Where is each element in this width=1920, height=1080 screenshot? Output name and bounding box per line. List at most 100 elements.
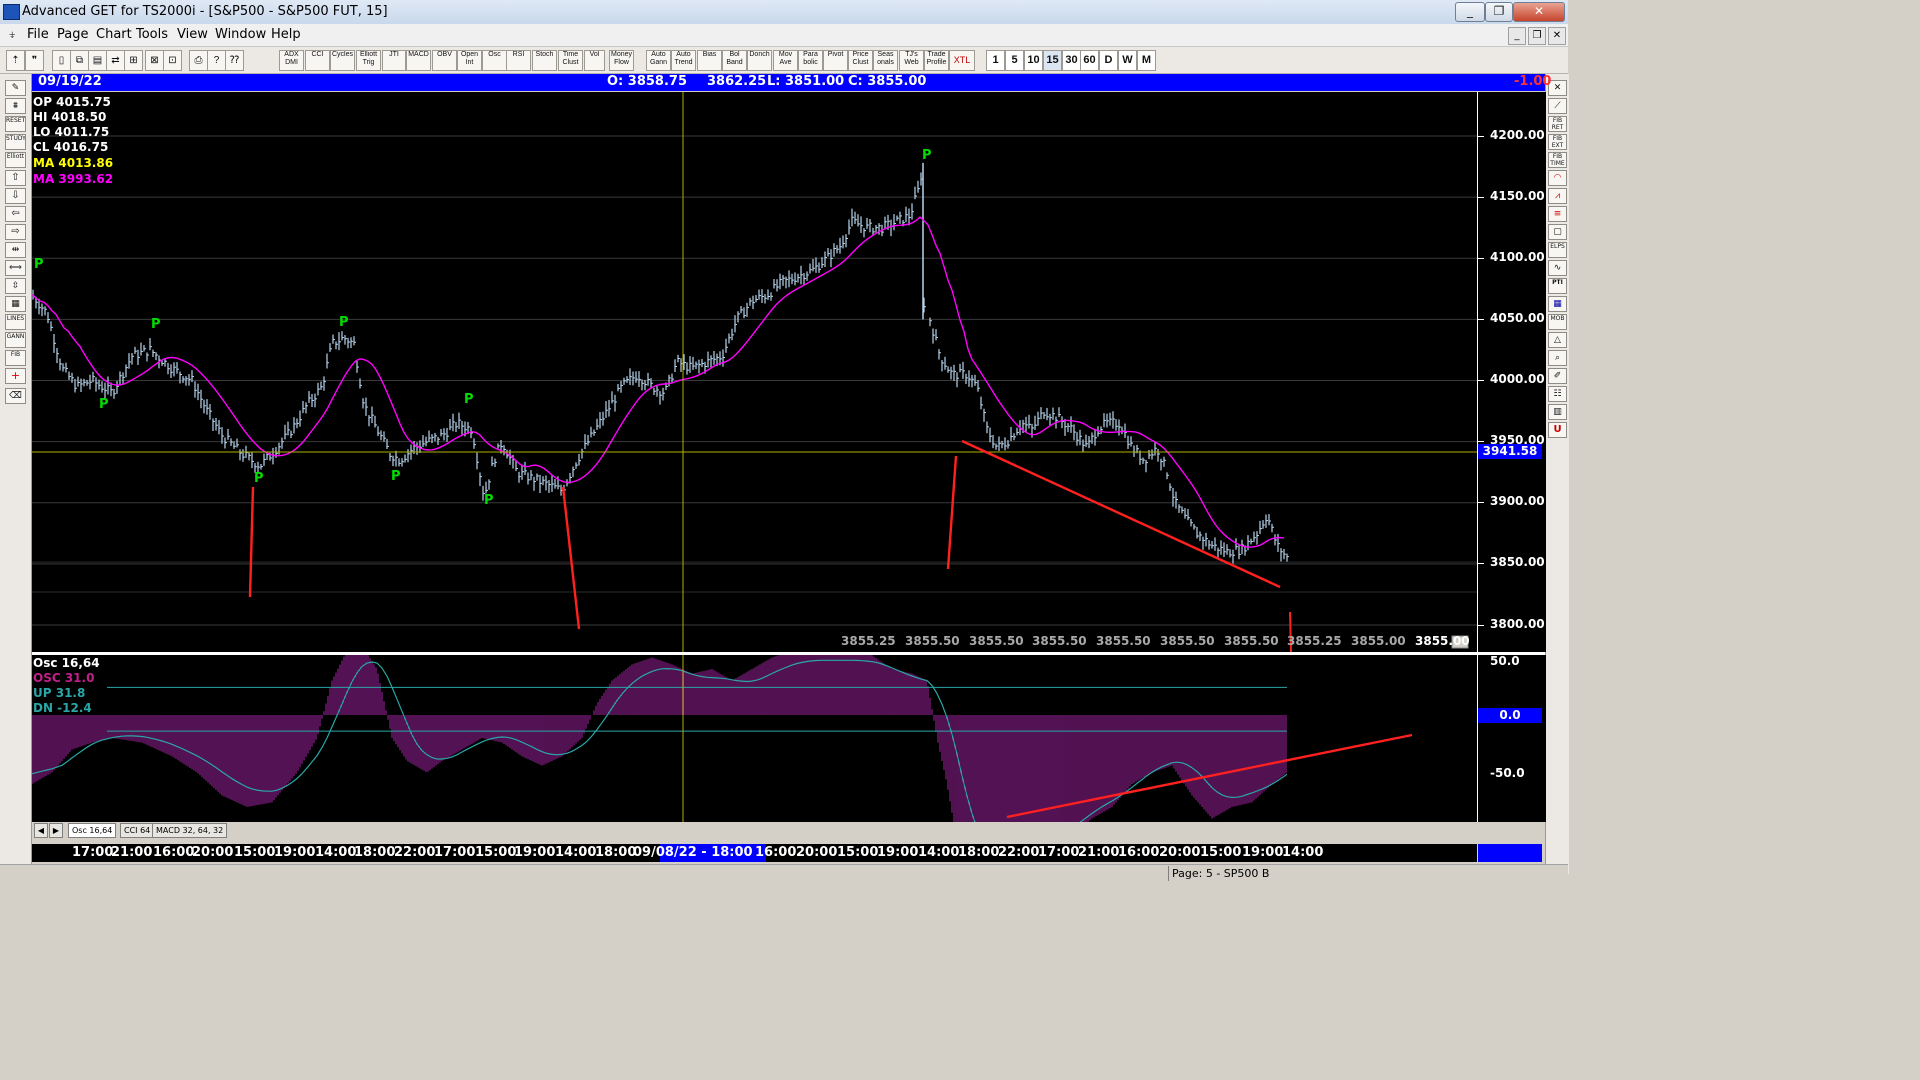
study-button[interactable]: Stoch bbox=[532, 50, 557, 71]
study-icon[interactable]: STUDY bbox=[5, 134, 26, 150]
chart-grid-icon[interactable]: ▥ bbox=[1548, 404, 1567, 420]
trend-button[interactable]: XTL bbox=[949, 50, 975, 71]
context-help-icon[interactable]: ⁇ bbox=[225, 50, 244, 71]
menu-view[interactable]: View bbox=[177, 27, 208, 42]
study-button[interactable]: MACD bbox=[406, 50, 431, 71]
edit-icon[interactable]: ✎ bbox=[5, 80, 26, 96]
timeframe-button[interactable]: 10 bbox=[1024, 50, 1043, 71]
tab-macd[interactable]: MACD 32, 64, 32 bbox=[152, 823, 228, 838]
down-arrow-icon[interactable]: ⇩ bbox=[5, 188, 26, 204]
study-button[interactable]: CCI bbox=[305, 50, 330, 71]
box-icon[interactable]: ▢ bbox=[1548, 224, 1567, 240]
trend-button[interactable]: Seas onals bbox=[873, 50, 898, 71]
mob-icon[interactable]: MOB bbox=[1548, 314, 1567, 330]
trendline-annotation[interactable] bbox=[946, 455, 958, 570]
pti-icon[interactable]: PTI bbox=[1548, 278, 1567, 294]
list-icon[interactable]: ☷ bbox=[1548, 386, 1567, 402]
new-page-icon[interactable]: ▯ bbox=[52, 50, 71, 71]
menu-help[interactable]: Help bbox=[271, 27, 301, 42]
study-button[interactable]: Elliott Trig bbox=[356, 50, 381, 71]
timeframe-button[interactable]: M bbox=[1137, 50, 1156, 71]
window-icon[interactable]: ⊞ bbox=[124, 50, 143, 71]
timeframe-button[interactable]: 1 bbox=[986, 50, 1005, 71]
fib-time-icon[interactable]: FIB TIME bbox=[1548, 152, 1567, 168]
elliott-icon[interactable]: Elliott bbox=[5, 152, 26, 168]
pen-icon[interactable]: ✐ bbox=[1548, 368, 1567, 384]
mdi-restore-button[interactable]: ❐ bbox=[1528, 27, 1546, 45]
price-chart[interactable]: P P P P P P P P P OP 4015.75 HI 4018.50 LO 4011.… bbox=[32, 92, 1477, 652]
oscillator-pane[interactable]: Osc 16,64 OSC 31.0 UP 31.8 DN -12.4 bbox=[32, 655, 1477, 822]
close-button[interactable]: ✕ bbox=[1513, 2, 1565, 22]
trend-button[interactable]: Para bolic bbox=[798, 50, 823, 71]
quote-icon[interactable]: ❞ bbox=[25, 50, 44, 71]
tab-next-icon[interactable]: ▶ bbox=[49, 823, 63, 838]
gann-icon[interactable]: GANN bbox=[5, 332, 26, 348]
lines-icon[interactable]: LINES bbox=[5, 314, 26, 330]
study-button[interactable]: JTI bbox=[382, 50, 406, 71]
mdi-close-button[interactable]: ✕ bbox=[1548, 27, 1566, 45]
trend-button[interactable]: Auto Gann bbox=[646, 50, 671, 71]
timeframe-button[interactable]: 60 bbox=[1080, 50, 1099, 71]
study-button[interactable]: Vol bbox=[584, 50, 605, 71]
cursor-icon[interactable]: ⇡ bbox=[6, 50, 25, 71]
study-button[interactable]: Open Int bbox=[457, 50, 482, 71]
chart-icon[interactable]: ▤ bbox=[88, 50, 107, 71]
trend-button[interactable]: TJ's Web bbox=[899, 50, 924, 71]
trend-button[interactable]: Bol Band bbox=[722, 50, 747, 71]
mdi-minimize-button[interactable]: _ bbox=[1508, 27, 1526, 45]
tab-osc[interactable]: Osc 16,64 bbox=[68, 823, 117, 838]
grid-icon[interactable]: ⊠ bbox=[145, 50, 164, 71]
study-button[interactable]: Osc bbox=[482, 50, 507, 71]
menu-app-icon[interactable]: ⍖ bbox=[8, 27, 16, 43]
study-button[interactable]: Cycles bbox=[330, 50, 355, 71]
arrows-icon[interactable]: ⇄ bbox=[106, 50, 125, 71]
eraser-icon[interactable]: ⌫ bbox=[5, 388, 26, 404]
table-icon[interactable]: ▦ bbox=[1548, 296, 1567, 312]
timeframe-button[interactable]: 15 bbox=[1043, 50, 1062, 71]
triangle-icon[interactable]: △ bbox=[1548, 332, 1567, 348]
fan-icon[interactable]: ⩘ bbox=[1548, 188, 1567, 204]
bars-icon[interactable]: ⩩ bbox=[5, 98, 26, 114]
fib-ext-icon[interactable]: FIB EXT bbox=[1548, 134, 1567, 150]
ellipse-icon[interactable]: ELPS bbox=[1548, 242, 1567, 258]
maximize-button[interactable]: ❐ bbox=[1485, 2, 1513, 22]
menu-file[interactable]: File bbox=[27, 27, 49, 42]
trendline-icon[interactable]: ⟋ bbox=[1548, 98, 1567, 114]
fib-ret-icon[interactable]: FIB RET bbox=[1548, 116, 1567, 132]
trend-button[interactable]: Donch bbox=[747, 50, 772, 71]
right-arrow-icon[interactable]: ⇨ bbox=[5, 224, 26, 240]
reset-icon[interactable]: RESET bbox=[5, 116, 26, 132]
menu-tools[interactable]: Tools bbox=[136, 27, 168, 42]
trend-button[interactable]: Mov Ave bbox=[773, 50, 798, 71]
zoom-icon[interactable]: ⊡ bbox=[163, 50, 182, 71]
trend-button[interactable]: Bias bbox=[697, 50, 722, 71]
copy-icon[interactable]: ⧉ bbox=[70, 50, 89, 71]
study-button[interactable]: OBV bbox=[432, 50, 457, 71]
menu-window[interactable]: Window bbox=[215, 27, 266, 42]
trend-button[interactable]: Price Clust bbox=[848, 50, 873, 71]
timeframe-button[interactable]: D bbox=[1099, 50, 1118, 71]
vertical-expand-icon[interactable]: ⇳ bbox=[5, 278, 26, 294]
trendline-annotation[interactable] bbox=[248, 486, 255, 598]
left-arrow-icon[interactable]: ⇦ bbox=[5, 206, 26, 222]
study-button[interactable]: Time Clust bbox=[558, 50, 583, 71]
timeframe-button[interactable]: 30 bbox=[1062, 50, 1081, 71]
u-icon[interactable]: U bbox=[1548, 422, 1567, 438]
help-icon[interactable]: ? bbox=[207, 50, 226, 71]
timeframe-button[interactable]: W bbox=[1118, 50, 1137, 71]
grid-table-icon[interactable]: ▦ bbox=[5, 296, 26, 312]
compress-icon[interactable]: ⇹ bbox=[5, 242, 26, 258]
fib-icon[interactable]: FIB bbox=[5, 350, 26, 366]
trend-button[interactable]: Trade Profile bbox=[924, 50, 949, 71]
trendline-annotation[interactable] bbox=[961, 439, 1281, 589]
expand-icon[interactable]: ⟺ bbox=[5, 260, 26, 276]
magnifier-icon[interactable]: ⌕ bbox=[1548, 350, 1567, 366]
wave-icon[interactable]: ∿ bbox=[1548, 260, 1567, 276]
trend-button[interactable]: Pivot bbox=[823, 50, 848, 71]
study-button[interactable]: RSI bbox=[506, 50, 531, 71]
tab-cci[interactable]: CCI 64 bbox=[120, 823, 155, 838]
crosshair-icon[interactable]: + bbox=[5, 368, 26, 384]
tab-prev-icon[interactable]: ◀ bbox=[34, 823, 48, 838]
minimize-button[interactable]: _ bbox=[1455, 2, 1485, 22]
print-icon[interactable]: ⎙ bbox=[189, 50, 208, 71]
